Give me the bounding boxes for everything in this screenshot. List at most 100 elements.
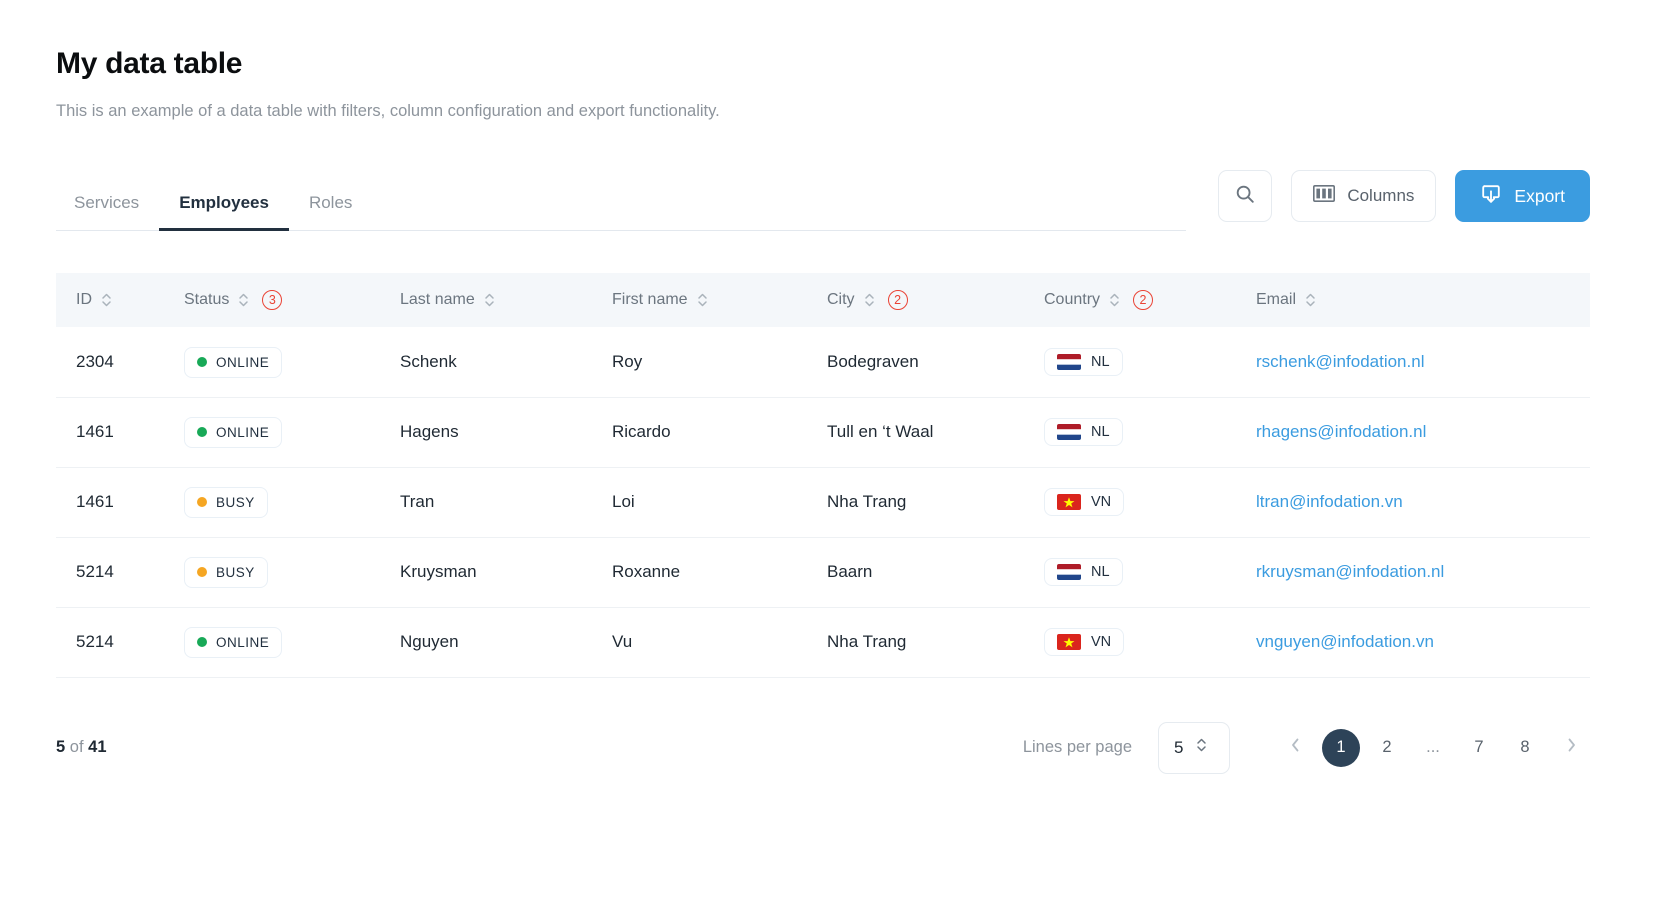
status-badge-label: ONLINE — [216, 634, 270, 650]
country-badge: VN — [1044, 488, 1125, 517]
table-header-row: ID Status 3 Last name First name City 2 … — [56, 273, 1590, 328]
column-header-city-label: City — [827, 291, 855, 309]
cell-country: NL — [1024, 397, 1236, 468]
sort-icon[interactable] — [101, 292, 112, 308]
status-badge-label: BUSY — [216, 564, 255, 580]
status-dot-icon — [197, 357, 207, 368]
table-body: 2304 ONLINE Schenk Roy Bodegraven NL rschenk@i… — [56, 327, 1590, 678]
pagination-page-1[interactable]: 1 — [1322, 728, 1360, 767]
table-row[interactable]: 2304 ONLINE Schenk Roy Bodegraven NL rschenk@i… — [56, 327, 1590, 398]
column-header-status-label: Status — [184, 291, 230, 309]
table-row[interactable]: 1461 ONLINE Hagens Ricardo Tull en ‘t Waal NL… — [56, 397, 1590, 468]
cell-country: NL — [1024, 327, 1236, 398]
vietnam-flag-icon — [1057, 634, 1081, 651]
tab-services[interactable]: Services — [56, 194, 159, 231]
pagination-prev-button[interactable] — [1276, 729, 1314, 767]
column-header-city[interactable]: City 2 — [807, 273, 1024, 328]
filter-count-badge[interactable]: 2 — [887, 290, 908, 311]
sort-icon[interactable] — [697, 292, 708, 308]
sort-icon[interactable] — [864, 292, 875, 308]
cell-last-name: Schenk — [380, 327, 592, 398]
country-badge: VN — [1044, 628, 1125, 657]
sort-icon[interactable] — [238, 292, 249, 308]
cell-email: rschenk@infodation.nl — [1236, 327, 1590, 398]
cell-first-name: Roxanne — [592, 537, 807, 608]
sort-icon[interactable] — [484, 292, 495, 308]
cell-last-name: Kruysman — [380, 537, 592, 608]
lines-per-page-label: Lines per page — [1022, 738, 1132, 757]
column-header-country[interactable]: Country 2 — [1024, 273, 1236, 328]
cell-id: 1461 — [56, 467, 164, 538]
status-dot-icon — [197, 497, 207, 508]
cell-status: BUSY — [164, 467, 380, 538]
status-dot-icon — [197, 637, 207, 648]
netherlands-flag-icon — [1057, 424, 1081, 441]
pager: 1 2 ... 7 8 — [1276, 728, 1590, 767]
toolbar-actions: Columns Export — [1218, 170, 1590, 231]
data-table: ID Status 3 Last name First name City 2 … — [56, 273, 1590, 678]
country-code-label: VN — [1091, 494, 1112, 511]
cell-last-name: Hagens — [380, 397, 592, 468]
columns-button[interactable]: Columns — [1291, 170, 1437, 223]
column-header-last-name-label: Last name — [400, 291, 475, 309]
table-row[interactable]: 1461 BUSY Tran Loi Nha Trang VN ltran@infodati… — [56, 467, 1590, 538]
country-code-label: VN — [1091, 634, 1112, 651]
tab-employees[interactable]: Employees — [159, 194, 289, 232]
toolbar: Services Employees Roles Columns Export — [56, 170, 1590, 232]
cell-status: ONLINE — [164, 327, 380, 398]
column-header-first-name-label: First name — [612, 291, 688, 309]
email-link[interactable]: vnguyen@infodation.vn — [1256, 632, 1434, 651]
netherlands-flag-icon — [1057, 354, 1081, 371]
lines-per-page-select[interactable]: 5 — [1158, 721, 1230, 774]
email-link[interactable]: ltran@infodation.vn — [1256, 492, 1403, 511]
vietnam-flag-icon — [1057, 494, 1081, 511]
column-header-status[interactable]: Status 3 — [164, 273, 380, 328]
column-header-id[interactable]: ID — [56, 273, 164, 328]
email-link[interactable]: rhagens@infodation.nl — [1256, 422, 1426, 441]
column-header-last-name[interactable]: Last name — [380, 273, 592, 328]
cell-first-name: Roy — [592, 327, 807, 398]
status-badge-label: BUSY — [216, 494, 255, 510]
export-button[interactable]: Export — [1455, 170, 1590, 223]
tab-bar: Services Employees Roles — [56, 194, 1187, 232]
chevron-left-icon — [1289, 737, 1302, 758]
tab-roles[interactable]: Roles — [289, 194, 372, 231]
cell-status: BUSY — [164, 537, 380, 608]
cell-email: vnguyen@infodation.vn — [1236, 607, 1590, 678]
cell-country: VN — [1024, 607, 1236, 678]
cell-first-name: Ricardo — [592, 397, 807, 468]
filter-count-badge[interactable]: 2 — [1133, 290, 1154, 311]
filter-count-badge[interactable]: 3 — [262, 290, 283, 311]
table-row[interactable]: 5214 BUSY Kruysman Roxanne Baarn NL rkruysman@… — [56, 537, 1590, 608]
total-count: 41 — [88, 738, 107, 757]
email-link[interactable]: rkruysman@infodation.nl — [1256, 562, 1444, 581]
column-header-first-name[interactable]: First name — [592, 273, 807, 328]
shown-count: 5 — [56, 738, 66, 757]
cell-city: Nha Trang — [807, 607, 1024, 678]
cell-first-name: Vu — [592, 607, 807, 678]
email-link[interactable]: rschenk@infodation.nl — [1256, 352, 1424, 371]
column-header-email[interactable]: Email — [1236, 273, 1590, 328]
pagination-next-button[interactable] — [1552, 729, 1590, 767]
cell-status: ONLINE — [164, 397, 380, 468]
sort-icon[interactable] — [1305, 292, 1316, 308]
pagination-page-8[interactable]: 8 — [1506, 729, 1544, 767]
table-row[interactable]: 5214 ONLINE Nguyen Vu Nha Trang VN vnguyen@inf… — [56, 607, 1590, 678]
search-button[interactable] — [1218, 170, 1273, 223]
pagination-page-2[interactable]: 2 — [1368, 729, 1406, 767]
status-badge: ONLINE — [184, 626, 283, 658]
table-header: ID Status 3 Last name First name City 2 … — [56, 273, 1590, 328]
pagination-page-7[interactable]: 7 — [1460, 729, 1498, 767]
cell-country: NL — [1024, 537, 1236, 608]
cell-last-name: Nguyen — [380, 607, 592, 678]
status-badge: BUSY — [184, 556, 268, 588]
cell-first-name: Loi — [592, 467, 807, 538]
search-icon — [1234, 183, 1256, 210]
cell-city: Baarn — [807, 537, 1024, 608]
cell-email: rkruysman@infodation.nl — [1236, 537, 1590, 608]
column-header-id-label: ID — [76, 291, 92, 309]
sort-icon[interactable] — [1109, 292, 1120, 308]
lines-per-page-value: 5 — [1174, 737, 1184, 757]
cell-id: 2304 — [56, 327, 164, 398]
columns-button-label: Columns — [1347, 186, 1415, 206]
